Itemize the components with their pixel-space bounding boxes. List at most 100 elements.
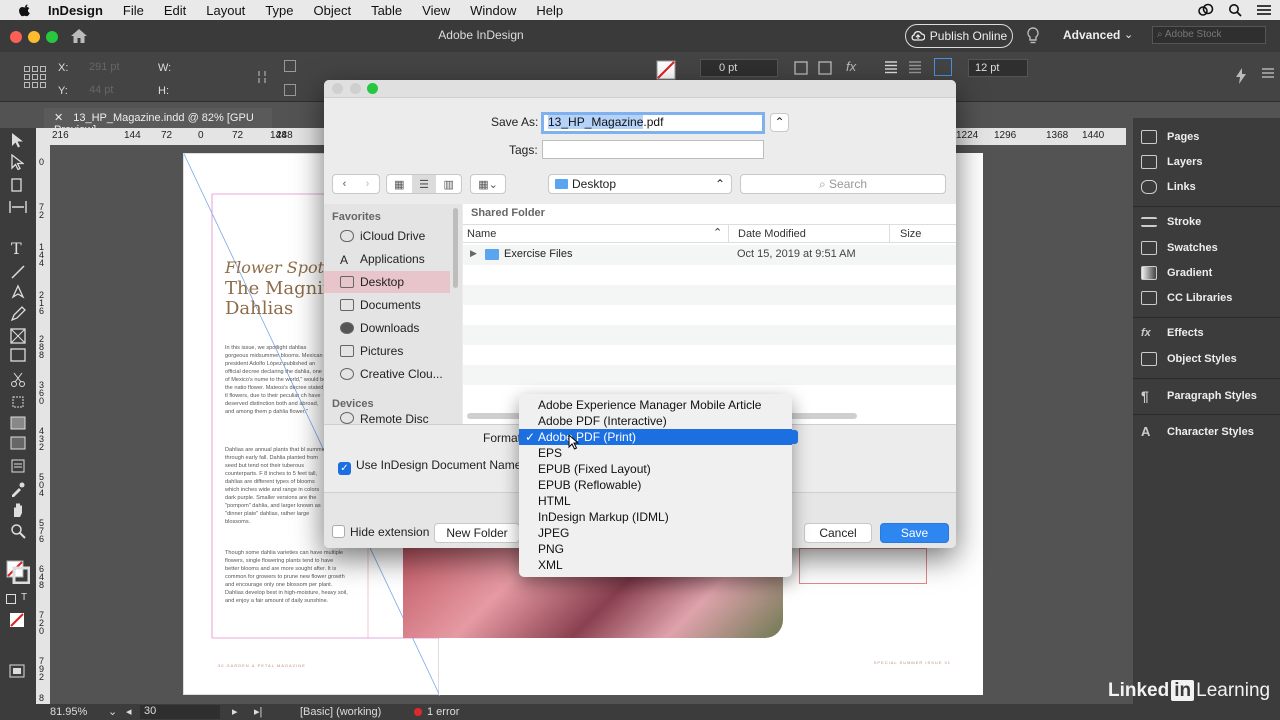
previous-page-icon[interactable]: ◂: [126, 705, 132, 718]
apply-none-icon[interactable]: [9, 612, 25, 628]
rectangle-tool-icon[interactable]: [10, 348, 26, 362]
menu-layout[interactable]: Layout: [206, 3, 245, 18]
stroke-weight-field[interactable]: 0 pt: [700, 59, 778, 77]
sidebar-item-documents[interactable]: Documents: [324, 294, 450, 316]
document-tab[interactable]: ✕13_HP_Magazine.indd @ 82% [GPU Preview]: [44, 108, 272, 136]
format-popup-stepper[interactable]: [791, 430, 798, 444]
free-transform-tool-icon[interactable]: [10, 394, 26, 410]
sidebar-item-creative-cloud[interactable]: Creative Clou...: [324, 363, 450, 385]
next-page-icon[interactable]: ▸: [232, 705, 238, 718]
table-row[interactable]: ▶ Exercise Files Oct 15, 2019 at 9:51 AM: [463, 245, 956, 265]
format-option[interactable]: Adobe PDF (Interactive): [519, 413, 792, 429]
panel-paragraph-styles[interactable]: ¶ Paragraph Styles: [1141, 388, 1257, 404]
save-as-input[interactable]: 13_HP_Magazine.pdf: [541, 112, 765, 134]
gallery-view-button[interactable]: ▦⌄: [470, 174, 506, 194]
sidebar-item-desktop[interactable]: Desktop: [324, 271, 450, 293]
adobe-stock-search[interactable]: ⌕ Adobe Stock: [1152, 26, 1266, 44]
pen-tool-icon[interactable]: [10, 284, 26, 300]
dialog-close-button[interactable]: [332, 83, 343, 94]
frame-fitting-icon[interactable]: [794, 61, 808, 75]
list-view-button[interactable]: ☰: [411, 175, 437, 193]
search-field[interactable]: ⌕ Search: [740, 174, 946, 194]
align-text-justify-icon[interactable]: [908, 60, 922, 74]
forward-button[interactable]: ›: [356, 175, 379, 193]
panel-character-styles[interactable]: A Character Styles: [1141, 424, 1254, 439]
y-field[interactable]: 44 pt: [89, 84, 113, 96]
format-option-selected[interactable]: ✓ Adobe PDF (Print): [519, 429, 792, 445]
constrain-link-icon[interactable]: [256, 70, 268, 84]
hand-tool-icon[interactable]: [10, 502, 26, 518]
format-option[interactable]: HTML: [519, 493, 792, 509]
menu-file[interactable]: File: [123, 3, 144, 18]
panel-links[interactable]: Links: [1141, 180, 1196, 194]
type-tool-icon[interactable]: T: [11, 239, 22, 258]
save-button[interactable]: Save: [880, 523, 949, 543]
location-popup[interactable]: Desktop ⌃: [548, 174, 732, 194]
format-option[interactable]: PNG: [519, 541, 792, 557]
panel-stroke[interactable]: Stroke: [1141, 216, 1201, 228]
format-option[interactable]: EPS: [519, 445, 792, 461]
effects-fx-icon[interactable]: fx: [846, 59, 856, 74]
format-option[interactable]: EPUB (Fixed Layout): [519, 461, 792, 477]
panel-object-styles[interactable]: Object Styles: [1141, 352, 1237, 366]
sidebar-item-downloads[interactable]: Downloads: [324, 317, 450, 339]
align-text-icon[interactable]: [884, 60, 898, 74]
x-field[interactable]: 291 pt: [89, 61, 120, 73]
menu-object[interactable]: Object: [314, 3, 352, 18]
error-count[interactable]: 1 error: [427, 706, 459, 718]
format-option[interactable]: JPEG: [519, 525, 792, 541]
creative-cloud-icon[interactable]: [1198, 3, 1214, 17]
use-document-name-checkbox[interactable]: ✓ Use InDesign Document Name: [338, 458, 521, 475]
dialog-minimize-button[interactable]: [350, 83, 361, 94]
formatting-container-icon[interactable]: [6, 594, 16, 604]
page-tool-icon[interactable]: [10, 178, 26, 194]
format-option[interactable]: XML: [519, 557, 792, 573]
format-option[interactable]: EPUB (Reflowable): [519, 477, 792, 493]
hide-extension-checkbox[interactable]: Hide extension: [332, 525, 429, 539]
panel-gradient[interactable]: Gradient: [1141, 266, 1212, 280]
gradient-feather-tool-icon[interactable]: [10, 436, 26, 450]
zoom-tool-icon[interactable]: [10, 523, 26, 539]
menu-edit[interactable]: Edit: [164, 3, 186, 18]
panel-effects[interactable]: fx Effects: [1141, 327, 1204, 339]
preflight-profile[interactable]: [Basic] (working): [300, 706, 381, 718]
list-icon[interactable]: [1256, 3, 1272, 17]
column-view-button[interactable]: ▥: [436, 175, 461, 193]
collapse-dialog-button[interactable]: ⌃: [770, 113, 789, 132]
panel-swatches[interactable]: Swatches: [1141, 241, 1218, 255]
menu-table[interactable]: Table: [371, 3, 402, 18]
note-tool-icon[interactable]: [10, 459, 26, 473]
icon-view-button[interactable]: ▦: [387, 175, 412, 193]
menu-app-name[interactable]: InDesign: [48, 3, 103, 18]
scissors-tool-icon[interactable]: [10, 372, 26, 388]
sidebar-item-pictures[interactable]: Pictures: [324, 340, 450, 362]
sidebar-scrollbar[interactable]: [453, 208, 458, 288]
workspace-switcher[interactable]: Advanced: [1063, 28, 1120, 42]
gap-tool-icon[interactable]: [9, 200, 27, 214]
name-column-header[interactable]: Name: [467, 228, 496, 240]
zoom-level[interactable]: 81.95%: [50, 706, 87, 718]
chevron-down-icon[interactable]: ⌄: [1124, 28, 1133, 41]
panel-menu-icon[interactable]: [1262, 68, 1274, 78]
dialog-zoom-button[interactable]: [367, 83, 378, 94]
selection-tool-icon[interactable]: [10, 132, 24, 148]
frame-icon[interactable]: [818, 61, 832, 75]
gradient-swatch-tool-icon[interactable]: [10, 416, 26, 430]
stroke-none-swatch-icon[interactable]: [656, 60, 676, 80]
apple-icon[interactable]: [18, 3, 32, 17]
lightning-icon[interactable]: [1236, 68, 1246, 84]
format-option[interactable]: Adobe Experience Manager Mobile Article: [519, 397, 792, 413]
new-folder-button[interactable]: New Folder: [434, 523, 520, 543]
menu-help[interactable]: Help: [536, 3, 563, 18]
back-button[interactable]: ‹: [333, 175, 356, 193]
search-icon[interactable]: [1228, 3, 1242, 17]
sidebar-item-remote-disc[interactable]: Remote Disc: [324, 412, 450, 424]
vertical-ruler[interactable]: 0 7 2 1 4 4 2 1 6 2 8 8 3 6 0 4 3 2 5 0 …: [36, 145, 50, 705]
sidebar-item-applications[interactable]: A Applications: [324, 248, 450, 270]
pencil-tool-icon[interactable]: [10, 306, 26, 322]
eyedropper-tool-icon[interactable]: [10, 481, 26, 497]
menu-type[interactable]: Type: [265, 3, 293, 18]
rectangle-frame-tool-icon[interactable]: [10, 328, 26, 344]
close-tab-icon[interactable]: ✕: [54, 112, 63, 124]
screen-mode-icon[interactable]: [9, 664, 25, 678]
